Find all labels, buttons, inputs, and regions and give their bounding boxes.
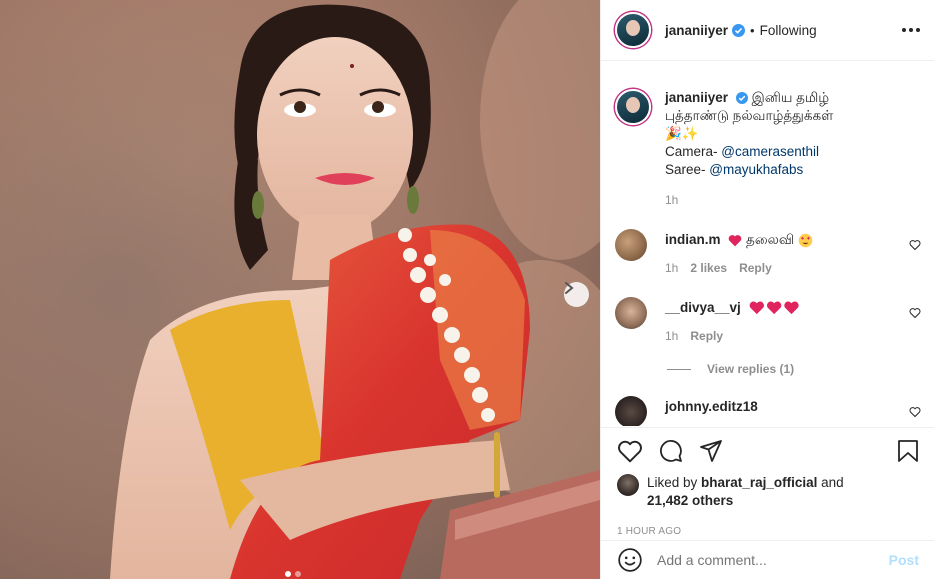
caption-username[interactable]: jananiiyer (665, 90, 728, 105)
likes-count-link[interactable]: 21,482 others (647, 493, 733, 508)
comment-text: indian.m தலைவி (665, 231, 921, 249)
woman-in-saree-image (0, 0, 600, 579)
heart-eyes-emoji-icon (798, 233, 813, 248)
caption-time[interactable]: 1h (665, 193, 678, 207)
red-heart-emoji-icon (728, 235, 742, 247)
comment-username[interactable]: __divya__vj (665, 300, 741, 315)
more-options-icon[interactable] (902, 28, 920, 32)
avatar[interactable] (615, 297, 647, 329)
post-header: jananiiyer • Following (601, 0, 934, 61)
caption-line1: இனிய தமிழ் (751, 90, 830, 105)
verified-badge-icon (732, 23, 746, 37)
comment-meta: 1h Reply (665, 329, 921, 343)
like-comment-heart-icon[interactable] (909, 307, 921, 319)
action-icons-row (617, 436, 919, 466)
bookmark-icon[interactable] (897, 439, 919, 463)
view-replies-button[interactable]: View replies (1) (667, 362, 921, 376)
comment-item: johnny.editz18 (615, 396, 921, 426)
camera-mention-link[interactable]: @camerasenthil (721, 144, 819, 159)
comment-meta: 1h 2 likes Reply (665, 261, 921, 275)
view-replies-label: View replies (1) (707, 362, 795, 376)
next-slide-button[interactable] (564, 282, 589, 307)
comment-username[interactable]: indian.m (665, 232, 721, 247)
comment-time[interactable]: 1h (665, 329, 678, 343)
reply-button[interactable]: Reply (739, 261, 772, 275)
header-username[interactable]: jananiiyer (665, 23, 728, 38)
post-timestamp[interactable]: 1 HOUR AGO (617, 526, 919, 537)
liked-by-prefix: Liked by (647, 475, 702, 490)
caption-meta: 1h (665, 193, 921, 207)
chevron-right-icon (565, 282, 574, 294)
header-separator: • (750, 22, 755, 38)
comment-likes[interactable]: 2 likes (690, 261, 727, 275)
liked-by-text: Liked by bharat_raj_official and 21,482 … (647, 474, 844, 510)
saree-mention-link[interactable]: @mayukhafabs (709, 162, 803, 177)
caption: jananiiyer இனிய தமிழ் புத்தாண்டு நல்வாழ்… (615, 89, 921, 207)
post-side-panel: jananiiyer • Following jananiiyer இனிய த… (600, 0, 934, 579)
comment-text: __divya__vj (665, 299, 921, 317)
avatar[interactable] (617, 474, 639, 496)
saree-credit-prefix: Saree- (665, 162, 710, 177)
avatar[interactable] (615, 396, 647, 426)
caption-line2: புத்தாண்டு நல்வாழ்த்துக்கள் (665, 108, 834, 123)
carousel-dots (285, 571, 301, 577)
comment-time[interactable]: 1h (665, 261, 678, 275)
like-comment-heart-icon[interactable] (909, 239, 921, 251)
avatar[interactable] (615, 229, 647, 261)
carousel-dot (295, 571, 301, 577)
comments-list[interactable]: jananiiyer இனிய தமிழ் புத்தாண்டு நல்வாழ்… (601, 62, 934, 426)
share-send-icon[interactable] (699, 439, 723, 463)
following-button[interactable]: Following (760, 23, 817, 38)
reply-button[interactable]: Reply (690, 329, 723, 343)
comment-item: indian.m தலைவி 1h 2 likes Reply (615, 229, 921, 275)
comment-body: தலைவி (746, 232, 795, 247)
add-comment-input[interactable] (657, 552, 889, 568)
avatar[interactable] (615, 89, 651, 125)
avatar[interactable] (615, 12, 651, 48)
caption-emoji: 🎉✨ (665, 126, 699, 141)
liked-by: Liked by bharat_raj_official and 21,482 … (617, 474, 919, 510)
verified-badge-icon (735, 92, 748, 105)
carousel-dot-active (285, 571, 291, 577)
camera-credit-prefix: Camera- (665, 144, 722, 159)
like-comment-heart-icon[interactable] (909, 406, 921, 418)
comment-username[interactable]: johnny.editz18 (665, 399, 758, 414)
comment-bubble-icon[interactable] (659, 439, 683, 463)
replies-divider (667, 368, 691, 370)
comment-text: johnny.editz18 (665, 398, 921, 416)
post-comment-button[interactable]: Post (889, 552, 919, 568)
add-comment-bar: Post (601, 540, 934, 579)
liked-by-user[interactable]: bharat_raj_official (701, 475, 817, 490)
post-actions: Liked by bharat_raj_official and 21,482 … (601, 427, 934, 537)
emoji-picker-icon[interactable] (617, 547, 643, 573)
like-heart-icon[interactable] (617, 439, 643, 463)
post-photo[interactable] (0, 0, 600, 579)
liked-by-mid: and (817, 475, 844, 490)
caption-text: jananiiyer இனிய தமிழ் புத்தாண்டு நல்வாழ்… (665, 89, 921, 179)
three-red-hearts-emoji-icon (749, 301, 799, 315)
comment-item: __divya__vj 1h Reply (615, 297, 921, 343)
